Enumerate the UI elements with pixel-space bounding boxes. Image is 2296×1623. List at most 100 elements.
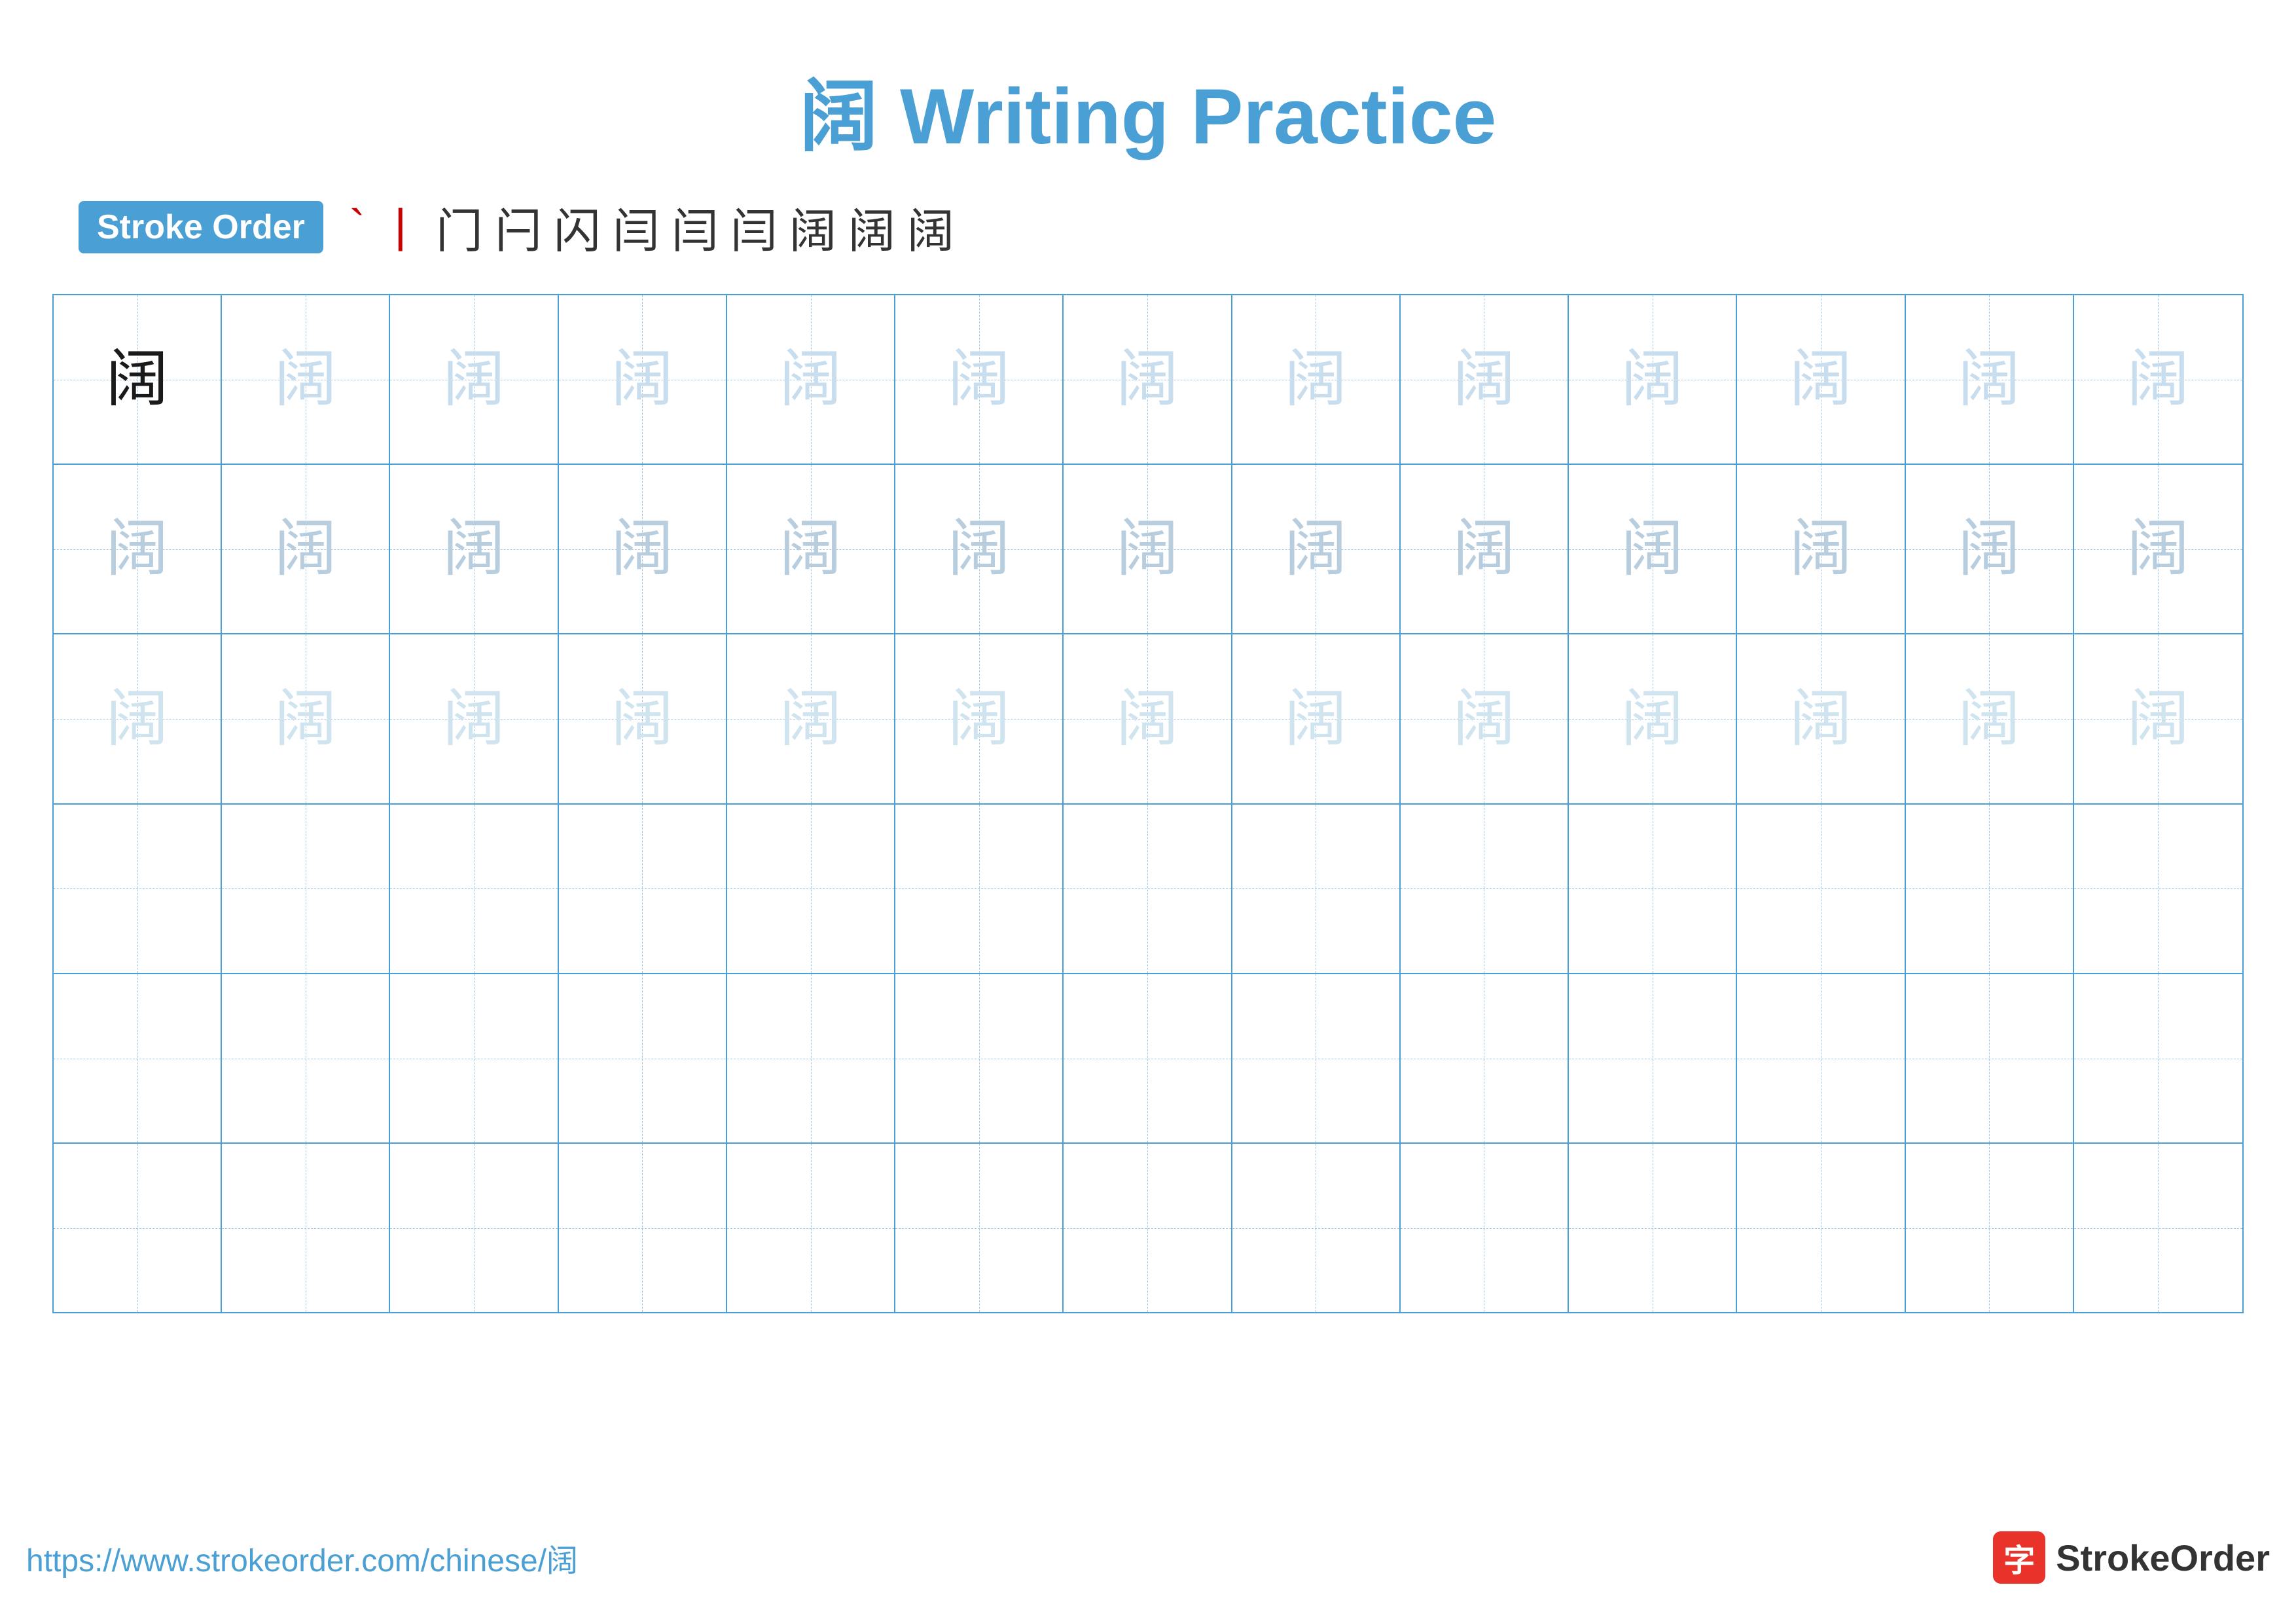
cell-2-10[interactable]: 阔: [1569, 465, 1737, 633]
cell-1-8[interactable]: 阔: [1232, 295, 1401, 464]
cell-3-8[interactable]: 阔: [1232, 634, 1401, 803]
logo-icon: 字: [1993, 1531, 2045, 1584]
cell-3-3[interactable]: 阔: [390, 634, 558, 803]
cell-6-1[interactable]: [54, 1144, 222, 1312]
cell-2-7[interactable]: 阔: [1064, 465, 1232, 633]
cell-5-1[interactable]: [54, 974, 222, 1142]
cell-6-13[interactable]: [2074, 1144, 2242, 1312]
cell-4-12[interactable]: [1906, 805, 2074, 973]
cell-3-6[interactable]: 阔: [895, 634, 1064, 803]
stroke-sequence: ` 丨 门 闩 闪 闫 闫 闫 阔 阔 阔: [350, 192, 954, 261]
grid-row-1: 阔 阔 阔 阔 阔 阔 阔 阔 阔 阔 阔 阔 阔: [54, 295, 2242, 465]
cell-4-7[interactable]: [1064, 805, 1232, 973]
footer-url: https://www.strokeorder.com/chinese/阔: [26, 1535, 578, 1580]
cell-4-6[interactable]: [895, 805, 1064, 973]
cell-6-6[interactable]: [895, 1144, 1064, 1312]
cell-4-11[interactable]: [1737, 805, 1905, 973]
practice-grid: 阔 阔 阔 阔 阔 阔 阔 阔 阔 阔 阔 阔 阔 阔 阔 阔 阔 阔 阔 阔 …: [52, 294, 2244, 1313]
cell-4-1[interactable]: [54, 805, 222, 973]
cell-6-11[interactable]: [1737, 1144, 1905, 1312]
stroke-4: 闩: [495, 192, 542, 261]
cell-6-10[interactable]: [1569, 1144, 1737, 1312]
cell-1-4[interactable]: 阔: [559, 295, 727, 464]
stroke-2: 丨: [377, 192, 424, 261]
cell-3-7[interactable]: 阔: [1064, 634, 1232, 803]
stroke-3: 门: [436, 192, 483, 261]
stroke-8: 闫: [730, 192, 778, 261]
cell-2-11[interactable]: 阔: [1737, 465, 1905, 633]
cell-2-5[interactable]: 阔: [727, 465, 895, 633]
cell-5-12[interactable]: [1906, 974, 2074, 1142]
cell-2-6[interactable]: 阔: [895, 465, 1064, 633]
stroke-6: 闫: [613, 192, 660, 261]
cell-2-12[interactable]: 阔: [1906, 465, 2074, 633]
cell-3-10[interactable]: 阔: [1569, 634, 1737, 803]
cell-5-7[interactable]: [1064, 974, 1232, 1142]
cell-5-8[interactable]: [1232, 974, 1401, 1142]
cell-2-1[interactable]: 阔: [54, 465, 222, 633]
cell-4-8[interactable]: [1232, 805, 1401, 973]
cell-4-10[interactable]: [1569, 805, 1737, 973]
page: 阔 Writing Practice Stroke Order ` 丨 门 闩 …: [0, 0, 2296, 1623]
footer-logo: 字 StrokeOrder: [1993, 1531, 2270, 1584]
stroke-order-section: Stroke Order ` 丨 门 闩 闪 闫 闫 闫 阔 阔 阔: [52, 192, 2244, 261]
cell-6-3[interactable]: [390, 1144, 558, 1312]
grid-row-2: 阔 阔 阔 阔 阔 阔 阔 阔 阔 阔 阔 阔 阔: [54, 465, 2242, 634]
cell-2-3[interactable]: 阔: [390, 465, 558, 633]
cell-5-4[interactable]: [559, 974, 727, 1142]
cell-3-12[interactable]: 阔: [1906, 634, 2074, 803]
cell-1-7[interactable]: 阔: [1064, 295, 1232, 464]
page-title: 阔 Writing Practice: [800, 52, 1497, 166]
cell-1-11[interactable]: 阔: [1737, 295, 1905, 464]
cell-1-13[interactable]: 阔: [2074, 295, 2242, 464]
stroke-order-badge: Stroke Order: [79, 201, 323, 253]
cell-1-9[interactable]: 阔: [1401, 295, 1569, 464]
cell-1-10[interactable]: 阔: [1569, 295, 1737, 464]
cell-1-5[interactable]: 阔: [727, 295, 895, 464]
cell-3-1[interactable]: 阔: [54, 634, 222, 803]
stroke-5: 闪: [554, 192, 601, 261]
logo-text: StrokeOrder: [2056, 1537, 2270, 1579]
cell-6-2[interactable]: [222, 1144, 390, 1312]
cell-2-4[interactable]: 阔: [559, 465, 727, 633]
cell-4-9[interactable]: [1401, 805, 1569, 973]
cell-6-8[interactable]: [1232, 1144, 1401, 1312]
cell-4-3[interactable]: [390, 805, 558, 973]
grid-row-4: [54, 805, 2242, 974]
cell-5-11[interactable]: [1737, 974, 1905, 1142]
cell-2-13[interactable]: 阔: [2074, 465, 2242, 633]
cell-5-5[interactable]: [727, 974, 895, 1142]
grid-row-6: [54, 1144, 2242, 1312]
cell-5-13[interactable]: [2074, 974, 2242, 1142]
cell-6-7[interactable]: [1064, 1144, 1232, 1312]
cell-3-11[interactable]: 阔: [1737, 634, 1905, 803]
cell-3-2[interactable]: 阔: [222, 634, 390, 803]
cell-4-5[interactable]: [727, 805, 895, 973]
cell-4-2[interactable]: [222, 805, 390, 973]
cell-5-10[interactable]: [1569, 974, 1737, 1142]
cell-6-5[interactable]: [727, 1144, 895, 1312]
cell-6-12[interactable]: [1906, 1144, 2074, 1312]
cell-3-9[interactable]: 阔: [1401, 634, 1569, 803]
cell-6-9[interactable]: [1401, 1144, 1569, 1312]
cell-2-9[interactable]: 阔: [1401, 465, 1569, 633]
cell-5-2[interactable]: [222, 974, 390, 1142]
stroke-10: 阔: [848, 192, 895, 261]
cell-1-3[interactable]: 阔: [390, 295, 558, 464]
cell-1-6[interactable]: 阔: [895, 295, 1064, 464]
cell-1-2[interactable]: 阔: [222, 295, 390, 464]
cell-1-1[interactable]: 阔: [54, 295, 222, 464]
cell-4-4[interactable]: [559, 805, 727, 973]
cell-1-12[interactable]: 阔: [1906, 295, 2074, 464]
cell-3-13[interactable]: 阔: [2074, 634, 2242, 803]
cell-2-8[interactable]: 阔: [1232, 465, 1401, 633]
cell-2-2[interactable]: 阔: [222, 465, 390, 633]
cell-3-4[interactable]: 阔: [559, 634, 727, 803]
cell-4-13[interactable]: [2074, 805, 2242, 973]
cell-5-6[interactable]: [895, 974, 1064, 1142]
stroke-1: `: [350, 200, 365, 254]
cell-3-5[interactable]: 阔: [727, 634, 895, 803]
cell-6-4[interactable]: [559, 1144, 727, 1312]
cell-5-9[interactable]: [1401, 974, 1569, 1142]
cell-5-3[interactable]: [390, 974, 558, 1142]
